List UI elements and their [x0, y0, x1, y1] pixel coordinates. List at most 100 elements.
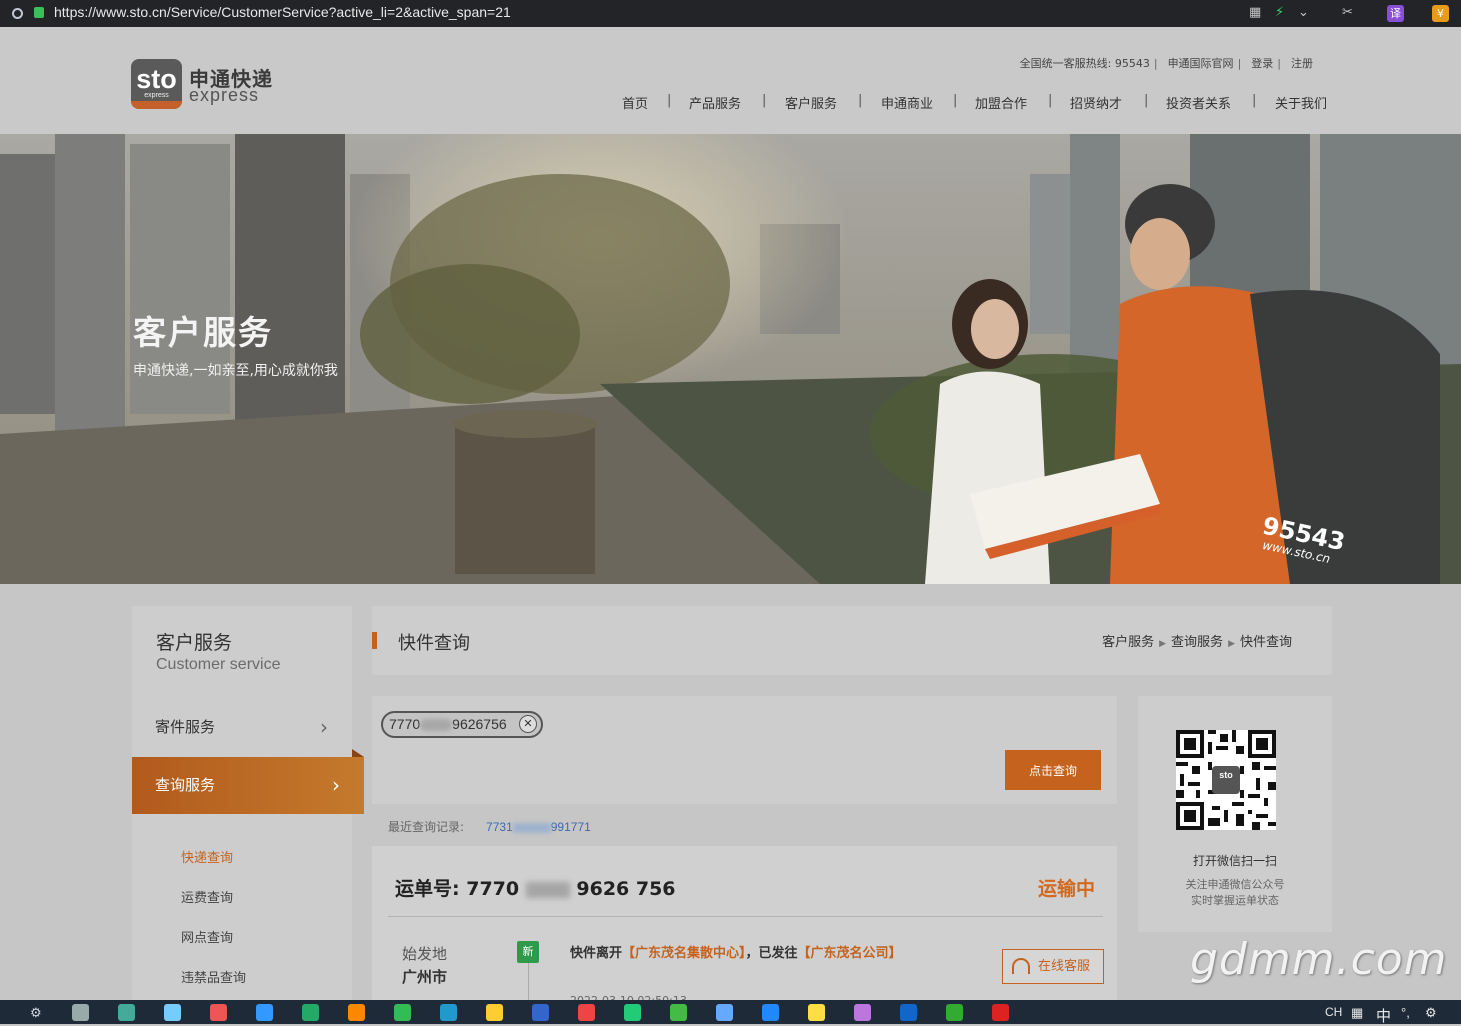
nav-customer-service[interactable]: 客户服务: [785, 93, 837, 112]
breadcrumb: 客户服务 ▶ 查询服务 ▶ 快件查询: [1102, 631, 1292, 650]
sidebar-title-en: Customer service: [156, 656, 281, 673]
breadcrumb-arrow-icon: ▶: [1228, 639, 1235, 649]
taskbar-app-icon[interactable]: [532, 1004, 549, 1021]
taskbar-app-icon[interactable]: [946, 1004, 963, 1021]
taskbar-app-icon[interactable]: [854, 1004, 871, 1021]
bolt-icon[interactable]: ⚡: [1275, 5, 1284, 20]
taskbar-app-icon[interactable]: [992, 1004, 1009, 1021]
hotline: 全国统一客服热线: 95543: [1019, 57, 1150, 70]
taskbar-app-icon[interactable]: [486, 1004, 503, 1021]
taskbar-app-icon[interactable]: [72, 1004, 89, 1021]
language-indicator[interactable]: CH: [1325, 1005, 1342, 1019]
os-taskbar: ⚙ CH ▦ 中 °, ⚙: [0, 1000, 1461, 1026]
nav-business[interactable]: 申通商业: [881, 93, 933, 112]
taskbar-app-icon[interactable]: [118, 1004, 135, 1021]
logo-mark-sub: express: [144, 92, 169, 99]
subnav-express-query[interactable]: 快递查询: [181, 847, 233, 866]
taskbar-app-icon[interactable]: [716, 1004, 733, 1021]
taskbar-app-icon[interactable]: [440, 1004, 457, 1021]
headset-icon: [1012, 958, 1030, 974]
qr-line-1: 关注申通微信公众号: [1185, 878, 1285, 891]
subnav-outlet-query[interactable]: 网点查询: [181, 927, 233, 946]
event-from: 【广东茂名集散中心】: [622, 946, 746, 961]
intl-link[interactable]: 申通国际官网: [1168, 57, 1234, 70]
origin-label: 始发地: [402, 945, 448, 963]
nav-franchise[interactable]: 加盟合作: [975, 93, 1027, 112]
settings-icon[interactable]: ⚙: [1425, 1005, 1437, 1021]
divider: [388, 916, 1103, 917]
translate-icon[interactable]: 译: [1387, 5, 1404, 22]
lock-icon[interactable]: [34, 7, 44, 18]
event-to: 【广东茂名公司】: [797, 946, 902, 961]
chevron-down-icon[interactable]: ⌄: [1298, 5, 1309, 20]
chip-prefix: 7770: [389, 716, 421, 732]
login-link[interactable]: 登录: [1251, 57, 1273, 70]
redacted-blur: [512, 822, 551, 833]
breadcrumb-item: 快件查询: [1239, 635, 1292, 650]
ime-punctuation-icon[interactable]: °,: [1401, 1005, 1410, 1020]
nav-careers[interactable]: 招贤纳才: [1070, 93, 1122, 112]
sidebar: 客户服务 Customer service 寄件服务 › 查询服务 › 快递查询…: [132, 606, 364, 1000]
recent-query-link[interactable]: 7731 991771: [486, 820, 591, 834]
taskbar-app-icon[interactable]: [256, 1004, 273, 1021]
sto-logo[interactable]: sto express: [131, 59, 182, 109]
qr-code-icon: [1176, 730, 1276, 830]
breadcrumb-item[interactable]: 客户服务: [1102, 635, 1154, 650]
recent-queries: 最近查询记录: 7731 991771: [388, 818, 591, 835]
redacted-blur: [525, 881, 570, 898]
timeline-line: [528, 963, 529, 1003]
tracking-query-box[interactable]: 7770 9626756 ✕ 点击查询: [372, 696, 1117, 804]
breadcrumb-arrow-icon: ▶: [1159, 639, 1167, 649]
taskbar-app-icon[interactable]: [210, 1004, 227, 1021]
grid-icon[interactable]: ▦: [1249, 5, 1261, 20]
subnav-prohibited-query[interactable]: 违禁品查询: [181, 967, 246, 986]
chip-suffix: 9626756: [452, 716, 507, 732]
recent-suffix: 991771: [550, 820, 591, 834]
nav-products[interactable]: 产品服务: [689, 93, 741, 112]
taskbar-app-icon[interactable]: [348, 1004, 365, 1021]
query-button[interactable]: 点击查询: [1005, 750, 1101, 790]
taskbar-start-icon[interactable]: ⚙: [30, 1005, 42, 1021]
tracking-number-chip[interactable]: 7770 9626756 ✕: [381, 711, 543, 738]
chevron-right-icon: ›: [320, 715, 328, 739]
nav-about[interactable]: 关于我们: [1275, 93, 1327, 112]
site-info-icon[interactable]: [12, 8, 23, 19]
sidebar-item-label: 寄件服务: [155, 718, 216, 736]
address-bar[interactable]: https://www.sto.cn/Service/CustomerServi…: [54, 4, 511, 20]
chevron-right-icon: ›: [332, 773, 340, 797]
scissors-icon[interactable]: ✂: [1342, 5, 1353, 20]
watermark: gdmm.com: [1190, 934, 1448, 985]
taskbar-app-icon[interactable]: [762, 1004, 779, 1021]
qr-center-logo: sto: [1219, 770, 1233, 780]
sidebar-item-shipping[interactable]: 寄件服务 ›: [132, 699, 352, 756]
remove-chip-icon[interactable]: ✕: [519, 715, 537, 733]
taskbar-app-icon[interactable]: [578, 1004, 595, 1021]
tracking-event: 快件离开【广东茂名集散中心】，已发往【广东茂名公司】: [570, 942, 915, 966]
register-link[interactable]: 注册: [1291, 57, 1313, 70]
recent-label: 最近查询记录:: [388, 820, 465, 834]
taskbar-app-icon[interactable]: [900, 1004, 917, 1021]
taskbar-app-icon[interactable]: [808, 1004, 825, 1021]
online-service-button[interactable]: 在线客服: [1002, 949, 1104, 984]
taskbar-app-icon[interactable]: [670, 1004, 687, 1021]
breadcrumb-item[interactable]: 查询服务: [1171, 635, 1223, 650]
taskbar-app-icon[interactable]: [302, 1004, 319, 1021]
qr-panel: sto 打开微信扫一扫 关注申通微信公众号 实时掌握运单状态: [1138, 696, 1332, 932]
taskbar-app-icon[interactable]: [164, 1004, 181, 1021]
keyboard-icon[interactable]: ▦: [1351, 1005, 1363, 1021]
taskbar-app-icon[interactable]: [394, 1004, 411, 1021]
waybill-label: 运单号:: [395, 878, 460, 900]
browser-toolbar: https://www.sto.cn/Service/CustomerServi…: [0, 0, 1461, 27]
taskbar-app-icon[interactable]: [624, 1004, 641, 1021]
nav-investors[interactable]: 投资者关系: [1166, 93, 1231, 112]
extension-icon[interactable]: ¥: [1432, 5, 1449, 22]
qr-title: 打开微信扫一扫: [1192, 854, 1277, 868]
tracking-result: 运单号: 7770 9626 756 运输中 始发地 广州市 新 快件离开【广东…: [372, 846, 1117, 1007]
event-text: 快件离开: [570, 946, 623, 961]
hero-banner: 客户服务 申通快递,一如亲至,用心成就你我 95543 www.sto.cn: [0, 134, 1461, 584]
ime-indicator[interactable]: 中: [1376, 1005, 1391, 1026]
logo-mark: sto: [136, 64, 177, 94]
subnav-freight-query[interactable]: 运费查询: [181, 887, 233, 906]
nav-home[interactable]: 首页: [622, 93, 648, 112]
sidebar-item-query[interactable]: 查询服务 ›: [132, 749, 364, 814]
